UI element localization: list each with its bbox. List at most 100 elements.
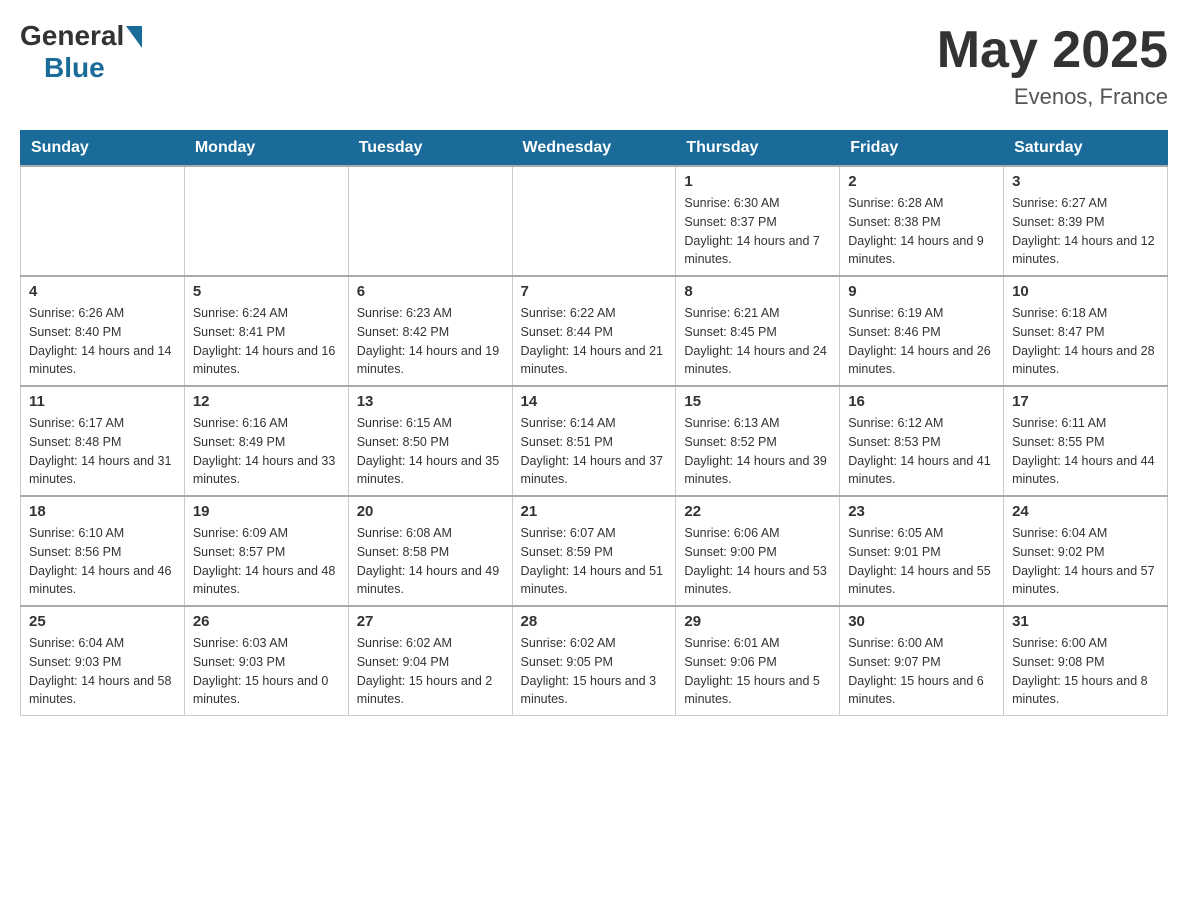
day-number: 15 xyxy=(684,393,831,410)
calendar-cell: 25 Sunrise: 6:04 AMSunset: 9:03 PMDayligh… xyxy=(21,606,185,716)
month-year-title: May 2025 xyxy=(937,20,1168,80)
calendar-cell: 2 Sunrise: 6:28 AMSunset: 8:38 PMDaylight… xyxy=(840,166,1004,276)
day-number: 25 xyxy=(29,613,176,630)
day-info: Sunrise: 6:18 AMSunset: 8:47 PMDaylight:… xyxy=(1012,304,1159,379)
day-info: Sunrise: 6:02 AMSunset: 9:04 PMDaylight:… xyxy=(357,634,504,709)
day-number: 8 xyxy=(684,283,831,300)
day-number: 30 xyxy=(848,613,995,630)
calendar-header-wednesday: Wednesday xyxy=(512,131,676,167)
day-info: Sunrise: 6:22 AMSunset: 8:44 PMDaylight:… xyxy=(521,304,668,379)
day-info: Sunrise: 6:04 AMSunset: 9:03 PMDaylight:… xyxy=(29,634,176,709)
calendar-header-tuesday: Tuesday xyxy=(348,131,512,167)
day-number: 26 xyxy=(193,613,340,630)
calendar-cell: 17Sunrise: 6:11 AMSunset: 8:55 PMDayligh… xyxy=(1004,386,1168,496)
calendar-cell: 11Sunrise: 6:17 AMSunset: 8:48 PMDayligh… xyxy=(21,386,185,496)
day-info: Sunrise: 6:12 AMSunset: 8:53 PMDaylight:… xyxy=(848,414,995,489)
calendar-header-saturday: Saturday xyxy=(1004,131,1168,167)
day-info: Sunrise: 6:30 AMSunset: 8:37 PMDaylight:… xyxy=(684,194,831,269)
calendar-cell: 9Sunrise: 6:19 AMSunset: 8:46 PMDaylight… xyxy=(840,276,1004,386)
day-number: 2 xyxy=(848,173,995,190)
day-number: 14 xyxy=(521,393,668,410)
day-info: Sunrise: 6:06 AMSunset: 9:00 PMDaylight:… xyxy=(684,524,831,599)
day-number: 29 xyxy=(684,613,831,630)
day-info: Sunrise: 6:26 AMSunset: 8:40 PMDaylight:… xyxy=(29,304,176,379)
day-number: 4 xyxy=(29,283,176,300)
page-header: General Blue May 2025 Evenos, France xyxy=(20,20,1168,110)
day-number: 31 xyxy=(1012,613,1159,630)
day-info: Sunrise: 6:24 AMSunset: 8:41 PMDaylight:… xyxy=(193,304,340,379)
calendar-cell: 23Sunrise: 6:05 AMSunset: 9:01 PMDayligh… xyxy=(840,496,1004,606)
calendar-week-row: 18Sunrise: 6:10 AMSunset: 8:56 PMDayligh… xyxy=(21,496,1168,606)
calendar-cell: 29 Sunrise: 6:01 AMSunset: 9:06 PMDayligh… xyxy=(676,606,840,716)
day-info: Sunrise: 6:21 AMSunset: 8:45 PMDaylight:… xyxy=(684,304,831,379)
calendar-week-row: 25 Sunrise: 6:04 AMSunset: 9:03 PMDayligh… xyxy=(21,606,1168,716)
day-info: Sunrise: 6:00 AMSunset: 9:08 PMDaylight:… xyxy=(1012,634,1159,709)
day-number: 1 xyxy=(684,173,831,190)
calendar-week-row: 11Sunrise: 6:17 AMSunset: 8:48 PMDayligh… xyxy=(21,386,1168,496)
calendar-cell: 20 Sunrise: 6:08 AMSunset: 8:58 PMDayligh… xyxy=(348,496,512,606)
day-info: Sunrise: 6:14 AMSunset: 8:51 PMDaylight:… xyxy=(521,414,668,489)
day-info: Sunrise: 6:00 AMSunset: 9:07 PMDaylight:… xyxy=(848,634,995,709)
day-number: 19 xyxy=(193,503,340,520)
calendar-cell: 4 Sunrise: 6:26 AMSunset: 8:40 PMDaylight… xyxy=(21,276,185,386)
calendar-cell: 31 Sunrise: 6:00 AMSunset: 9:08 PMDayligh… xyxy=(1004,606,1168,716)
location-subtitle: Evenos, France xyxy=(937,84,1168,110)
calendar-header-thursday: Thursday xyxy=(676,131,840,167)
day-number: 13 xyxy=(357,393,504,410)
logo-general-text: General xyxy=(20,20,124,52)
day-info: Sunrise: 6:07 AMSunset: 8:59 PMDaylight:… xyxy=(521,524,668,599)
day-info: Sunrise: 6:01 AMSunset: 9:06 PMDaylight:… xyxy=(684,634,831,709)
calendar-cell: 28 Sunrise: 6:02 AMSunset: 9:05 PMDayligh… xyxy=(512,606,676,716)
calendar-cell xyxy=(512,166,676,276)
logo: General Blue xyxy=(20,20,142,84)
day-number: 3 xyxy=(1012,173,1159,190)
day-info: Sunrise: 6:16 AMSunset: 8:49 PMDaylight:… xyxy=(193,414,340,489)
calendar-header-row: SundayMondayTuesdayWednesdayThursdayFrid… xyxy=(21,131,1168,167)
day-number: 20 xyxy=(357,503,504,520)
day-info: Sunrise: 6:13 AMSunset: 8:52 PMDaylight:… xyxy=(684,414,831,489)
calendar-header-friday: Friday xyxy=(840,131,1004,167)
calendar-cell xyxy=(21,166,185,276)
day-info: Sunrise: 6:10 AMSunset: 8:56 PMDaylight:… xyxy=(29,524,176,599)
calendar-cell: 10Sunrise: 6:18 AMSunset: 8:47 PMDayligh… xyxy=(1004,276,1168,386)
calendar-cell: 3 Sunrise: 6:27 AMSunset: 8:39 PMDaylight… xyxy=(1004,166,1168,276)
logo-triangle-icon xyxy=(126,26,142,48)
calendar-cell: 30 Sunrise: 6:00 AMSunset: 9:07 PMDayligh… xyxy=(840,606,1004,716)
day-number: 24 xyxy=(1012,503,1159,520)
day-number: 12 xyxy=(193,393,340,410)
day-info: Sunrise: 6:08 AMSunset: 8:58 PMDaylight:… xyxy=(357,524,504,599)
day-number: 16 xyxy=(848,393,995,410)
calendar-cell: 7 Sunrise: 6:22 AMSunset: 8:44 PMDaylight… xyxy=(512,276,676,386)
day-number: 28 xyxy=(521,613,668,630)
calendar-cell: 22 Sunrise: 6:06 AMSunset: 9:00 PMDayligh… xyxy=(676,496,840,606)
day-info: Sunrise: 6:27 AMSunset: 8:39 PMDaylight:… xyxy=(1012,194,1159,269)
calendar-header-sunday: Sunday xyxy=(21,131,185,167)
day-info: Sunrise: 6:03 AMSunset: 9:03 PMDaylight:… xyxy=(193,634,340,709)
calendar-week-row: 1 Sunrise: 6:30 AMSunset: 8:37 PMDaylight… xyxy=(21,166,1168,276)
calendar-cell: 12 Sunrise: 6:16 AMSunset: 8:49 PMDayligh… xyxy=(184,386,348,496)
calendar-cell: 19Sunrise: 6:09 AMSunset: 8:57 PMDayligh… xyxy=(184,496,348,606)
day-info: Sunrise: 6:02 AMSunset: 9:05 PMDaylight:… xyxy=(521,634,668,709)
calendar-cell: 14 Sunrise: 6:14 AMSunset: 8:51 PMDayligh… xyxy=(512,386,676,496)
day-number: 23 xyxy=(848,503,995,520)
calendar-cell: 5 Sunrise: 6:24 AMSunset: 8:41 PMDaylight… xyxy=(184,276,348,386)
logo-blue-text: Blue xyxy=(44,52,105,84)
day-number: 22 xyxy=(684,503,831,520)
title-section: May 2025 Evenos, France xyxy=(937,20,1168,110)
calendar-cell: 13 Sunrise: 6:15 AMSunset: 8:50 PMDayligh… xyxy=(348,386,512,496)
day-number: 21 xyxy=(521,503,668,520)
day-number: 27 xyxy=(357,613,504,630)
calendar-cell: 8 Sunrise: 6:21 AMSunset: 8:45 PMDaylight… xyxy=(676,276,840,386)
day-number: 7 xyxy=(521,283,668,300)
day-info: Sunrise: 6:28 AMSunset: 8:38 PMDaylight:… xyxy=(848,194,995,269)
calendar-header-monday: Monday xyxy=(184,131,348,167)
calendar-cell: 15 Sunrise: 6:13 AMSunset: 8:52 PMDayligh… xyxy=(676,386,840,496)
calendar-cell: 6Sunrise: 6:23 AMSunset: 8:42 PMDaylight… xyxy=(348,276,512,386)
day-info: Sunrise: 6:15 AMSunset: 8:50 PMDaylight:… xyxy=(357,414,504,489)
calendar-cell: 24Sunrise: 6:04 AMSunset: 9:02 PMDayligh… xyxy=(1004,496,1168,606)
calendar-cell: 16 Sunrise: 6:12 AMSunset: 8:53 PMDayligh… xyxy=(840,386,1004,496)
day-number: 11 xyxy=(29,393,176,410)
day-info: Sunrise: 6:23 AMSunset: 8:42 PMDaylight:… xyxy=(357,304,504,379)
calendar-cell: 18Sunrise: 6:10 AMSunset: 8:56 PMDayligh… xyxy=(21,496,185,606)
day-number: 5 xyxy=(193,283,340,300)
